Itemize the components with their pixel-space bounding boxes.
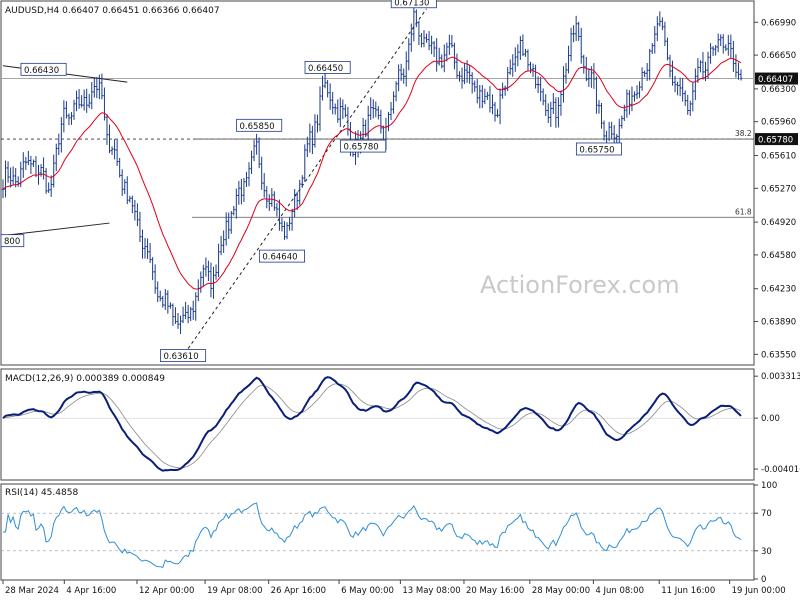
- price-label: 0.65780: [344, 143, 379, 153]
- macd-tick-label: 0.003313: [761, 372, 800, 382]
- x-tick-label: 6 May 00:00: [341, 586, 394, 596]
- macd-tick-label: -0.004016: [761, 465, 800, 475]
- macd-panel: [0, 368, 755, 481]
- rsi-tick-label: 100: [761, 481, 777, 491]
- price-tick-label: 0.66650: [761, 51, 796, 61]
- price-y-axis: 0.66990 0.66650 0.66300 0.65960 0.65610 0.652…: [754, 18, 798, 360]
- price-tick-label: 0.63890: [761, 318, 796, 328]
- price-tick-label: 0.66990: [761, 18, 796, 28]
- time-x-axis: 28 Mar 2024 4 Apr 16:00 12 Apr 00:00 19 Apr…: [2, 580, 786, 596]
- rsi-tick-label: 30: [761, 547, 772, 557]
- chart-canvas: 0.66990 0.66650 0.66300 0.65960 0.65610 0.652…: [0, 0, 800, 596]
- level-price-label: 0.65780: [758, 136, 793, 146]
- price-tick-label: 0.64580: [761, 251, 796, 261]
- x-tick-label: 4 Apr 16:00: [66, 586, 116, 596]
- price-label: 800: [4, 237, 20, 247]
- x-tick-label: 19 Apr 08:00: [207, 586, 262, 596]
- price-tick-label: 0.63550: [761, 350, 796, 360]
- price-label: 0.66430: [24, 66, 59, 76]
- x-tick-label: 20 May 16:00: [466, 586, 524, 596]
- price-label: 0.65850: [240, 122, 275, 132]
- macd-tick-label: 0.00: [761, 414, 780, 424]
- price-tick-label: 0.66300: [761, 85, 796, 95]
- price-label: 0.63610: [163, 352, 198, 362]
- x-tick-label: 4 Jun 08:00: [595, 586, 644, 596]
- price-tick-label: 0.65960: [761, 118, 796, 128]
- rsi-tick-label: 0: [761, 575, 766, 585]
- x-tick-label: 12 Apr 00:00: [139, 586, 194, 596]
- price-label: 0.66450: [308, 64, 343, 74]
- price-panel: [0, 0, 755, 366]
- rsi-title: RSI(14) 45.4858: [5, 488, 78, 498]
- price-label: 0.65750: [579, 145, 614, 155]
- price-label: 0.64640: [262, 253, 297, 263]
- x-tick-label: 19 Jun 00:00: [732, 586, 786, 596]
- x-tick-label: 13 May 08:00: [402, 586, 460, 596]
- fib-label: 38.2: [735, 129, 752, 138]
- rsi-panel: [0, 483, 755, 581]
- x-tick-label: 11 Jun 16:00: [661, 586, 715, 596]
- x-tick-label: 28 Mar 2024: [5, 586, 59, 596]
- x-tick-label: 26 Apr 16:00: [271, 586, 326, 596]
- price-tick-label: 0.65270: [761, 184, 796, 194]
- symbol-header: AUDUSD,H4 0.66407 0.66451 0.66366 0.6640…: [5, 6, 220, 16]
- current-price-label: 0.66407: [758, 75, 793, 85]
- macd-title: MACD(12,26,9) 0.000389 0.000849: [5, 374, 165, 384]
- x-tick-label: 28 May 00:00: [532, 586, 590, 596]
- rsi-tick-label: 70: [761, 509, 772, 519]
- fib-label: 61.8: [735, 207, 752, 216]
- watermark: ActionForex.com: [480, 271, 680, 299]
- price-label: 0.67130: [394, 0, 429, 8]
- price-tick-label: 0.65610: [761, 151, 796, 161]
- price-tick-label: 0.64230: [761, 285, 796, 295]
- price-tick-label: 0.64920: [761, 218, 796, 228]
